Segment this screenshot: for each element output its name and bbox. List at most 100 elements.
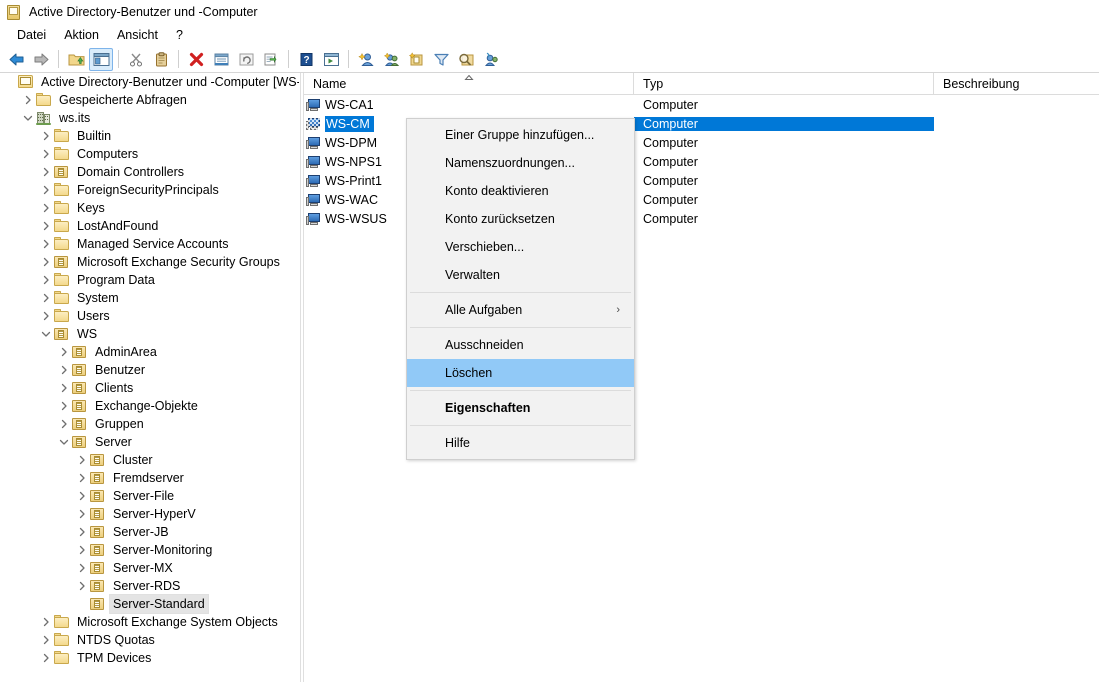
tree-twisty-collapsed[interactable]: [38, 649, 54, 667]
table-row[interactable]: WS-CA1 Computer: [304, 95, 1099, 114]
tree-item-ntds-quotas[interactable]: NTDS Quotas: [0, 631, 299, 649]
back-arrow-icon[interactable]: [4, 48, 28, 71]
tree-twisty-collapsed[interactable]: [38, 163, 54, 181]
tree-item-ws[interactable]: WS: [0, 325, 299, 343]
tree-item-gruppen[interactable]: Gruppen: [0, 415, 299, 433]
tree-twisty-collapsed[interactable]: [56, 361, 72, 379]
tree-twisty-collapsed[interactable]: [74, 559, 90, 577]
context-menu-item-ausschneiden[interactable]: Ausschneiden: [407, 331, 634, 359]
tree-item-ws-its[interactable]: ws.its: [0, 109, 299, 127]
tree-twisty-expanded[interactable]: [20, 109, 36, 127]
context-menu-item-eigenschaften[interactable]: Eigenschaften: [407, 394, 634, 422]
tree-item-builtin[interactable]: Builtin: [0, 127, 299, 145]
tree-twisty-collapsed[interactable]: [56, 379, 72, 397]
show-hide-console-tree-icon[interactable]: [89, 47, 113, 71]
context-menu[interactable]: Einer Gruppe hinzufügen... Namenszuordnun…: [406, 118, 635, 460]
tree-twisty-collapsed[interactable]: [74, 487, 90, 505]
tree-item-server-mx[interactable]: Server-MX: [0, 559, 299, 577]
tree-item-lostandfound[interactable]: LostAndFound: [0, 217, 299, 235]
tree-twisty-collapsed[interactable]: [38, 253, 54, 271]
console-tree-pane[interactable]: Active Directory-Benutzer und -Computer …: [0, 73, 300, 682]
tree-twisty-collapsed[interactable]: [20, 91, 36, 109]
tree-twisty-collapsed[interactable]: [74, 505, 90, 523]
new-group-icon[interactable]: [379, 48, 403, 71]
menu-datei[interactable]: Datei: [8, 26, 55, 44]
tree-item-server-file[interactable]: Server-File: [0, 487, 299, 505]
new-user-icon[interactable]: [354, 48, 378, 71]
tree-item-users[interactable]: Users: [0, 307, 299, 325]
filter-funnel-icon[interactable]: [429, 48, 453, 71]
column-header-beschreibung[interactable]: Beschreibung: [934, 73, 1099, 94]
properties-icon[interactable]: [209, 48, 233, 71]
tree-item-fremdserver[interactable]: Fremdserver: [0, 469, 299, 487]
menu-hilfe[interactable]: ?: [167, 26, 192, 44]
tree-twisty-collapsed[interactable]: [38, 217, 54, 235]
tree-twisty-collapsed[interactable]: [38, 199, 54, 217]
context-menu-item-konto-zuruecksetzen[interactable]: Konto zurücksetzen: [407, 205, 634, 233]
tree-item-server-jb[interactable]: Server-JB: [0, 523, 299, 541]
tree-item-system[interactable]: System: [0, 289, 299, 307]
tree-twisty-collapsed[interactable]: [38, 181, 54, 199]
tree-item-program-data[interactable]: Program Data: [0, 271, 299, 289]
tree-item-adminarea[interactable]: AdminArea: [0, 343, 299, 361]
export-list-icon[interactable]: [259, 48, 283, 71]
context-menu-item-namenszuordnungen[interactable]: Namenszuordnungen...: [407, 149, 634, 177]
tree-item-microsoft-exchange-security-groups[interactable]: Microsoft Exchange Security Groups: [0, 253, 299, 271]
tree-item-microsoft-exchange-system-objects[interactable]: Microsoft Exchange System Objects: [0, 613, 299, 631]
tree-twisty-collapsed[interactable]: [38, 145, 54, 163]
tree-item-clients[interactable]: Clients: [0, 379, 299, 397]
context-menu-item-loeschen[interactable]: Löschen: [407, 359, 634, 387]
context-menu-item-verwalten[interactable]: Verwalten: [407, 261, 634, 289]
context-menu-item-alle-aufgaben[interactable]: Alle Aufgaben ›: [407, 296, 634, 324]
forward-arrow-icon[interactable]: [29, 48, 53, 71]
tree-item-benutzer[interactable]: Benutzer: [0, 361, 299, 379]
context-menu-item-einer-gruppe-hinzufuegen[interactable]: Einer Gruppe hinzufügen...: [407, 121, 634, 149]
tree-twisty-collapsed[interactable]: [56, 397, 72, 415]
tree-twisty-collapsed[interactable]: [74, 541, 90, 559]
menu-aktion[interactable]: Aktion: [55, 26, 108, 44]
tree-twisty-collapsed[interactable]: [38, 613, 54, 631]
context-menu-item-konto-deaktivieren[interactable]: Konto deaktivieren: [407, 177, 634, 205]
tree-twisty-collapsed[interactable]: [74, 451, 90, 469]
tree-item-server-rds[interactable]: Server-RDS: [0, 577, 299, 595]
tree-item-cluster[interactable]: Cluster: [0, 451, 299, 469]
tree-item-server-hyperv[interactable]: Server-HyperV: [0, 505, 299, 523]
tree-twisty-expanded[interactable]: [38, 325, 54, 343]
column-header-typ[interactable]: Typ: [634, 73, 934, 94]
refresh-icon[interactable]: [234, 48, 258, 71]
tree-twisty-collapsed[interactable]: [38, 631, 54, 649]
tree-twisty-collapsed[interactable]: [38, 235, 54, 253]
help-question-icon[interactable]: ?: [294, 48, 318, 71]
column-header-name[interactable]: Name: [304, 73, 634, 94]
tree-item-domain-controllers[interactable]: Domain Controllers: [0, 163, 299, 181]
tree-item-server[interactable]: Server: [0, 433, 299, 451]
tree-item-active-directory-benutzer-und-computer-ws-dc1[interactable]: Active Directory-Benutzer und -Computer …: [0, 73, 299, 91]
tree-item-server-monitoring[interactable]: Server-Monitoring: [0, 541, 299, 559]
add-to-group-icon[interactable]: [479, 48, 503, 71]
paste-clipboard-icon[interactable]: [149, 48, 173, 71]
menu-ansicht[interactable]: Ansicht: [108, 26, 167, 44]
tree-item-exchange-objekte[interactable]: Exchange-Objekte: [0, 397, 299, 415]
new-organizational-unit-icon[interactable]: [404, 48, 428, 71]
context-menu-item-hilfe[interactable]: Hilfe: [407, 429, 634, 457]
cut-scissors-icon[interactable]: [124, 48, 148, 71]
tree-item-keys[interactable]: Keys: [0, 199, 299, 217]
tree-item-gespeicherte-abfragen[interactable]: Gespeicherte Abfragen: [0, 91, 299, 109]
tree-item-server-standard[interactable]: Server-Standard: [0, 594, 299, 614]
tree-item-foreignsecurityprincipals[interactable]: ForeignSecurityPrincipals: [0, 181, 299, 199]
tree-item-managed-service-accounts[interactable]: Managed Service Accounts: [0, 235, 299, 253]
find-objects-icon[interactable]: [454, 48, 478, 71]
tree-twisty-collapsed[interactable]: [56, 343, 72, 361]
tree-twisty-collapsed[interactable]: [38, 289, 54, 307]
up-one-level-folder-icon[interactable]: [64, 48, 88, 71]
tree-twisty-collapsed[interactable]: [74, 523, 90, 541]
tree-twisty-collapsed[interactable]: [56, 415, 72, 433]
tree-twisty-collapsed[interactable]: [38, 271, 54, 289]
tree-twisty-collapsed[interactable]: [74, 469, 90, 487]
context-menu-item-verschieben[interactable]: Verschieben...: [407, 233, 634, 261]
show-window-icon[interactable]: [319, 48, 343, 71]
tree-item-tpm-devices[interactable]: TPM Devices: [0, 649, 299, 667]
delete-red-x-icon[interactable]: [184, 48, 208, 71]
tree-item-computers[interactable]: Computers: [0, 145, 299, 163]
tree-twisty-collapsed[interactable]: [74, 577, 90, 595]
